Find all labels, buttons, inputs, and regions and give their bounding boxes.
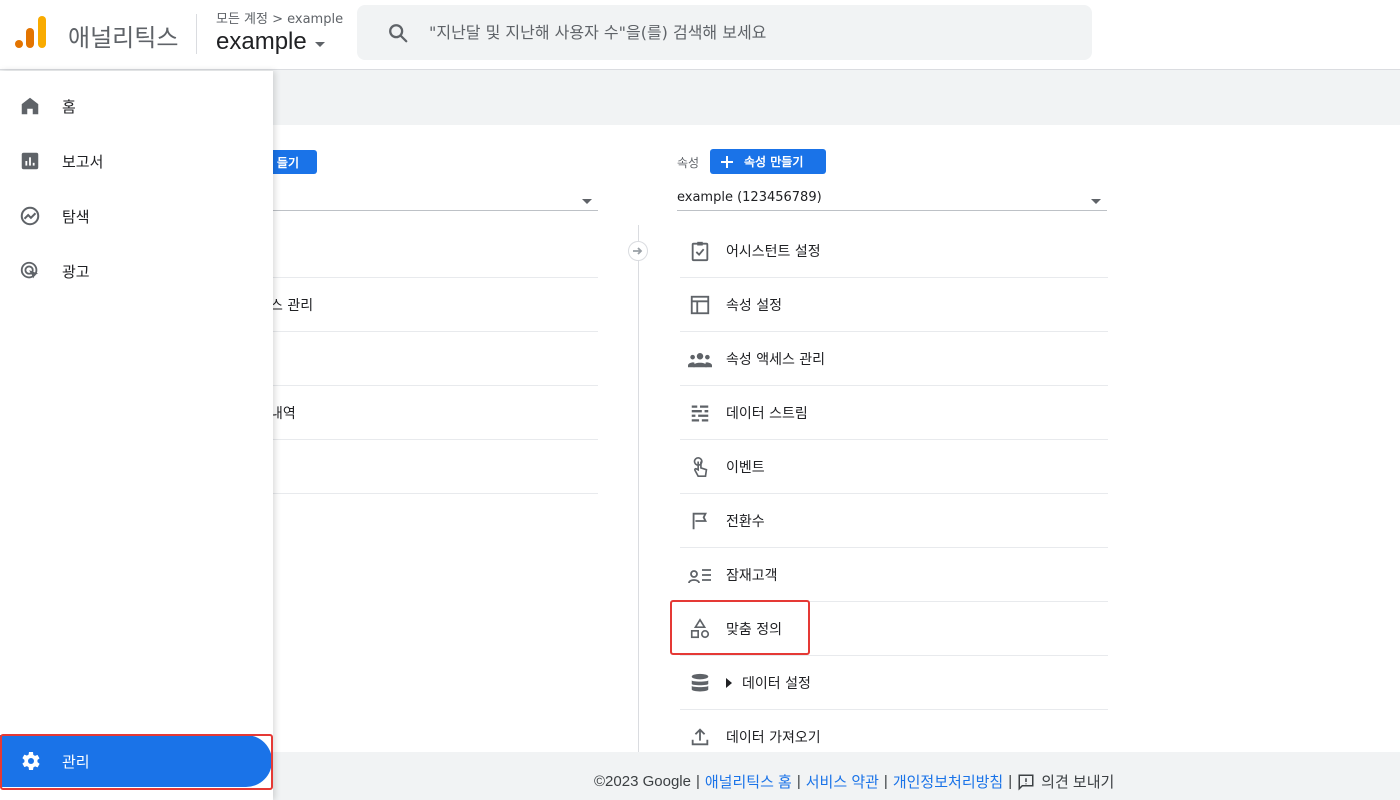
- nav-label: 보고서: [62, 152, 104, 171]
- app-title: 애널리틱스: [68, 24, 179, 52]
- nav-label: 탐색: [62, 207, 90, 226]
- audience-icon: [688, 563, 712, 587]
- account-menu-item[interactable]: [270, 440, 598, 494]
- account-menu-item[interactable]: [270, 224, 598, 278]
- footer-separator: |: [883, 773, 888, 790]
- menu-label: 속성 액세스 관리: [726, 351, 826, 368]
- nav-item-reports[interactable]: 보고서: [0, 139, 273, 183]
- menu-property-access[interactable]: 속성 액세스 관리: [680, 332, 1108, 386]
- feedback-label: 의견 보내기: [1041, 774, 1115, 791]
- nav-item-advertising[interactable]: 광고: [0, 249, 273, 293]
- bar-chart-icon: [18, 149, 42, 173]
- menu-label: 잠재고객: [726, 567, 778, 584]
- gear-icon: [18, 749, 42, 773]
- nav-label: 홈: [62, 97, 76, 116]
- plus-icon: [721, 155, 733, 168]
- top-app-bar: 애널리틱스 모든 계정 > example example: [0, 0, 1400, 70]
- footer-separator: |: [796, 773, 801, 790]
- explore-icon: [18, 204, 42, 228]
- account-selector[interactable]: example: [216, 28, 325, 56]
- nav-item-explore[interactable]: 탐색: [0, 194, 273, 238]
- account-dropdown[interactable]: [270, 185, 598, 211]
- send-feedback-button[interactable]: 의견 보내기: [1017, 771, 1114, 792]
- menu-custom-definitions[interactable]: 맞춤 정의: [680, 602, 1108, 656]
- database-icon: [688, 671, 712, 695]
- menu-label: 데이터 스트림: [726, 405, 808, 422]
- ads-icon: [18, 259, 42, 283]
- menu-label: 속성 설정: [726, 297, 782, 314]
- chevron-down-icon: [1091, 199, 1101, 204]
- footer-separator: |: [1008, 773, 1013, 790]
- menu-data-settings[interactable]: 데이터 설정: [680, 656, 1108, 710]
- footer-link-analytics-home[interactable]: 애널리틱스 홈: [705, 771, 792, 792]
- create-property-label: 속성 만들기: [744, 155, 804, 169]
- chevron-down-icon: [582, 199, 592, 204]
- left-nav-drawer: 홈 보고서 탐색 광고 관리: [0, 71, 273, 800]
- header-divider: [196, 14, 197, 54]
- home-icon: [18, 94, 42, 118]
- menu-data-streams[interactable]: 데이터 스트림: [680, 386, 1108, 440]
- upload-icon: [688, 725, 712, 749]
- menu-conversions[interactable]: 전환수: [680, 494, 1108, 548]
- menu-property-settings[interactable]: 속성 설정: [680, 278, 1108, 332]
- property-label: 속성: [677, 156, 700, 170]
- search-input[interactable]: [429, 23, 1049, 42]
- nav-label: 관리: [62, 752, 90, 771]
- expand-arrow-icon[interactable]: [726, 677, 732, 688]
- nav-item-home[interactable]: 홈: [0, 84, 273, 128]
- menu-label: 전환수: [726, 513, 765, 530]
- menu-label: 데이터 가져오기: [726, 729, 821, 746]
- property-settings-icon: [688, 293, 712, 317]
- menu-data-import[interactable]: 데이터 가져오기: [680, 710, 1108, 752]
- analytics-logo-icon[interactable]: [14, 16, 48, 50]
- account-name: example: [216, 28, 307, 55]
- menu-audiences[interactable]: 잠재고객: [680, 548, 1108, 602]
- search-bar[interactable]: [357, 5, 1092, 60]
- arrow-right-circle-icon: [628, 241, 648, 261]
- menu-label: 데이터 설정: [742, 675, 811, 692]
- column-divider: [638, 225, 639, 752]
- feedback-icon: [1018, 774, 1034, 791]
- chevron-down-icon: [314, 41, 325, 47]
- breadcrumb[interactable]: 모든 계정 > example: [216, 8, 343, 27]
- property-selected: example (123456789): [677, 190, 822, 205]
- menu-label: 이벤트: [726, 459, 765, 476]
- shapes-icon: [688, 617, 712, 641]
- footer-link-terms[interactable]: 서비스 약관: [806, 771, 879, 792]
- menu-assistant-settings[interactable]: 어시스턴트 설정: [680, 224, 1108, 278]
- create-property-button[interactable]: 속성 만들기: [710, 149, 826, 174]
- assistant-icon: [688, 239, 712, 263]
- data-stream-icon: [688, 401, 712, 425]
- menu-label: 맞춤 정의: [726, 621, 782, 638]
- property-dropdown[interactable]: example (123456789): [677, 185, 1107, 211]
- menu-label: 어시스턴트 설정: [726, 243, 821, 260]
- menu-events[interactable]: 이벤트: [680, 440, 1108, 494]
- search-icon: [389, 23, 408, 42]
- touch-icon: [688, 455, 712, 479]
- nav-label: 광고: [62, 262, 90, 281]
- flag-icon: [688, 509, 712, 533]
- footer-separator: |: [695, 773, 700, 790]
- people-icon: [688, 347, 712, 371]
- footer-link-privacy[interactable]: 개인정보처리방침: [893, 771, 1003, 792]
- account-menu-item[interactable]: 내역: [270, 386, 598, 440]
- account-menu-item[interactable]: [270, 332, 598, 386]
- nav-item-admin[interactable]: 관리: [0, 735, 272, 787]
- copyright: ©2023 Google: [594, 773, 691, 790]
- account-menu-item[interactable]: 스 관리: [270, 278, 598, 332]
